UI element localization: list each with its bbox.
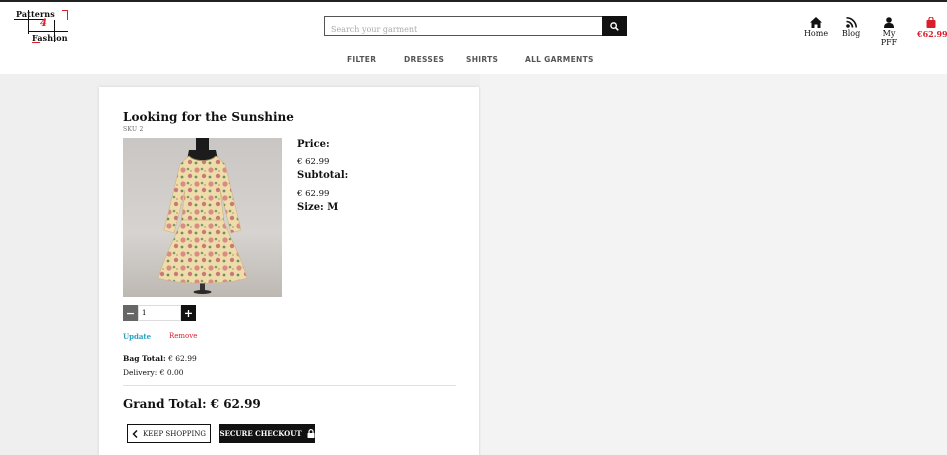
menu-filter[interactable]: FILTER [347,55,376,64]
divider [123,385,456,386]
logo-text-patterns: Patterns [16,9,55,19]
delivery-value: € 0.00 [159,368,184,377]
subtotal-value: € 62.99 [297,189,330,199]
subtotal-label: Subtotal: [297,170,349,181]
bag-total-value: € 62.99 [168,354,197,363]
site-logo[interactable]: Patterns 4 Fashion [14,8,70,46]
product-title[interactable]: Looking for the Sunshine [123,110,294,124]
update-link[interactable]: Update [123,332,151,341]
increment-button[interactable]: + [181,305,196,321]
product-sku: SKU 2 [123,126,144,133]
menu-dresses[interactable]: DRESSES [404,55,444,64]
home-icon [810,17,822,28]
blog-icon [845,17,857,28]
delivery-label: Delivery: [123,368,158,377]
decrement-button[interactable]: − [123,305,138,321]
nav-bag[interactable]: €62.99 [917,12,947,39]
menu-all-garments[interactable]: ALL GARMENTS [525,55,594,64]
product-image[interactable] [123,138,282,297]
nav-blog[interactable]: Blog [840,12,862,38]
plus-icon: + [183,306,194,320]
price-label: Price: [297,139,330,150]
chevron-left-icon [132,429,138,438]
remove-link[interactable]: Remove [169,332,197,340]
keep-shopping-button[interactable]: KEEP SHOPPING [127,424,211,443]
bag-total: Bag Total: € 62.99 [123,354,197,363]
right-panel [480,74,947,455]
logo-text-fashion: Fashion [32,33,68,43]
minus-icon: − [125,306,136,320]
lock-icon [307,429,315,438]
secure-checkout-label: SECURE CHECKOUT [219,429,302,438]
shopping-bag-icon [926,17,936,28]
search-bar [324,16,627,39]
menu-shirts[interactable]: SHIRTS [466,55,498,64]
bag-total-label: €62.99 [917,29,947,39]
price-value: € 62.99 [297,157,330,167]
search-icon [610,21,619,31]
quantity-input[interactable] [138,305,181,321]
delivery: Delivery: € 0.00 [123,368,184,377]
bag-total-label-text: Bag Total: [123,354,166,363]
nav-home[interactable]: Home [803,12,829,38]
secure-checkout-button[interactable]: SECURE CHECKOUT [219,424,315,443]
keep-shopping-label: KEEP SHOPPING [143,429,206,438]
grand-total: Grand Total: € 62.99 [123,397,261,411]
nav-account-label: My PFF [880,29,898,47]
nav-blog-label: Blog [841,29,861,38]
quantity-stepper: − + [123,305,196,321]
user-icon [884,17,894,28]
nav-home-label: Home [803,29,829,38]
nav-account[interactable]: My PFF [874,12,904,47]
search-button[interactable] [602,16,627,36]
search-input[interactable] [325,20,603,39]
logo-number: 4 [40,18,47,29]
size-label: Size: M [297,202,339,213]
